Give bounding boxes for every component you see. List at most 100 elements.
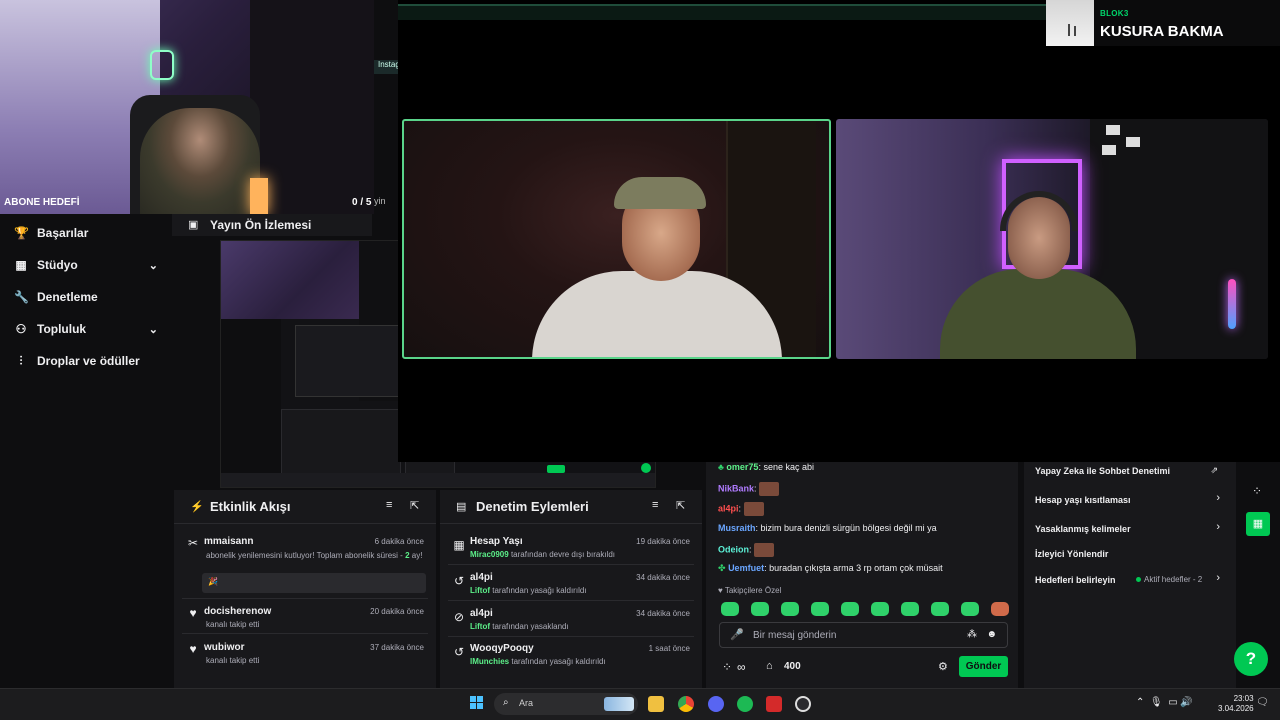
emote-icon[interactable] [841,602,859,616]
filter-icon[interactable]: ≡ [386,499,392,511]
obs-icon[interactable] [795,696,811,712]
app-icon[interactable] [766,696,782,712]
emote-icon[interactable] [811,602,829,616]
lightning-icon: ⚡ [190,501,204,513]
now-playing-artist: BLOK3 [1100,9,1129,18]
emote-bar[interactable] [721,602,1009,616]
drops-icon: ⫶ [19,354,23,368]
system-tray[interactable]: ⌃ 🎙 ▭ 🔊 [1136,697,1193,708]
emote-icon[interactable] [721,602,739,616]
activity-icon[interactable]: ⁘ [1252,484,1262,498]
sidebar-item-droplar[interactable]: ⫶ Droplar ve ödüller [14,354,162,368]
emoji-icon[interactable]: ☻ [986,629,997,640]
emote-icon [759,482,780,496]
gear-icon[interactable]: ⚙ [938,660,948,673]
document-icon: ▤ [456,501,467,513]
chat-message: ♣ omer75: sene kaç abi [718,462,814,472]
chevron-right-icon[interactable]: › [1216,492,1220,504]
taskbar-clock[interactable]: 23:03 3.04.2026 [1218,694,1254,714]
preview-side-text: yin [374,196,386,206]
notification-icon[interactable]: 🗨 [1256,697,1269,708]
guest-video-left [402,119,831,359]
heart-icon: ♥ [189,642,197,656]
active-goals-status: Aktif hedefler - 2 [1136,575,1202,584]
browser-tab-fragment[interactable]: Instag [374,60,400,74]
subgoal-value: 0 / 5 [352,197,372,208]
event-description: abonelik yenilemesini kutluyor! Toplam a… [206,551,423,560]
taskbar-search[interactable]: ⌕ Ara [494,693,638,715]
undo-icon: ↺ [453,574,465,588]
sidebar-item-studyo[interactable]: ▦ Stüdyo ⌄ [14,258,162,272]
mod-settings-panel: Yapay Zeka ile Sohbet Denetimi ⇗ Hesap y… [1024,462,1236,688]
sidebar-item-basarilar[interactable]: 🏆 Başarılar [14,226,162,240]
panel-title: Etkinlik Akışı [210,499,291,514]
mic-icon[interactable]: 🎤 [730,628,744,641]
send-button[interactable]: Gönder [959,656,1008,677]
chat-message: ✤ Uemfuet: buradan çıkışta arma 3 rp ort… [718,563,943,573]
sidebar-item-label: Başarılar [37,226,89,240]
sidebar-item-topluluk[interactable]: ⚇ Topluluk ⌄ [14,322,162,336]
guest-video-right [836,119,1268,359]
resub-icon: ✂ [187,536,199,550]
emote-icon[interactable] [901,602,919,616]
discord-icon[interactable] [708,696,724,712]
sidebar-item-label: Denetleme [37,290,98,304]
popout-icon[interactable]: ⇱ [410,499,419,512]
community-icon: ⚇ [15,322,27,336]
chevron-right-icon[interactable]: › [1216,572,1220,584]
setting-account-age[interactable]: Hesap yaşı kısıtlaması [1035,495,1131,505]
stream-preview-header[interactable]: ▣ Yayın Ön İzlemesi [172,214,372,236]
follower-only-label: ♥ Takipçilere Özel [718,586,782,595]
chrome-icon[interactable] [678,696,694,712]
sidebar-nav: 🏆 Başarılar ▦ Stüdyo ⌄ 🔧 Denetleme ⚇ Topluluk… [0,214,172,688]
ban-icon: ⊘ [453,610,465,624]
chevron-right-icon[interactable]: › [1216,521,1220,533]
setting-goals[interactable]: Hedefleri belirleyin [1035,575,1116,585]
webcam-overlay [0,0,374,214]
emote-icon[interactable] [751,602,769,616]
calendar-icon: ▦ [453,538,465,552]
chevron-down-icon: ⌄ [148,259,158,272]
emote-icon[interactable] [931,602,949,616]
channel-points: 400 [784,661,801,672]
spotify-icon[interactable] [737,696,753,712]
chest-icon[interactable]: ⌂ [766,660,773,672]
setting-raid[interactable]: İzleyici Yönlendir [1035,549,1108,559]
now-playing-title: KUSURA BAKMA [1100,23,1224,40]
chat-message: al4pi: [718,502,764,516]
help-button[interactable]: ? [1234,642,1268,676]
chat-message: NikBank: [718,482,780,496]
chat-input[interactable]: 🎤 Bir mesaj gönderin ⁂ ☻ [719,622,1008,648]
panel-title: Denetim Eylemleri [476,499,589,514]
emote-icon[interactable] [961,602,979,616]
windows-start-icon[interactable] [470,696,484,710]
subgoal-label: ABONE HEDEFİ [4,197,80,208]
activity-feed-panel: ⚡ Etkinlik Akışı ≡ ⇱ ✂ mmaisann 6 dakika… [174,490,436,688]
popout-icon[interactable]: ⇱ [676,499,685,512]
windows-taskbar [0,688,1280,720]
setting-ai-moderation[interactable]: Yapay Zeka ile Sohbet Denetimi [1035,466,1170,476]
emote-icon[interactable] [871,602,889,616]
search-highlight-image [604,697,634,711]
setting-banned-words[interactable]: Yasaklanmış kelimeler [1035,524,1131,534]
sidebar-item-label: Topluluk [37,322,87,336]
chat-placeholder: Bir mesaj gönderin [753,630,837,641]
sidebar-item-label: Stüdyo [37,258,78,272]
studio-icon: ▦ [15,258,27,272]
emote-icon[interactable] [781,602,799,616]
stream-preview-title: Yayın Ön İzlemesi [210,218,312,232]
sidebar-item-denetleme[interactable]: 🔧 Denetleme [14,290,162,304]
translate-icon[interactable]: ⁂ [967,629,977,640]
quick-action-button[interactable]: ▦ [1246,512,1270,536]
filter-icon[interactable]: ≡ [652,499,658,511]
trophy-icon: 🏆 [14,226,29,240]
search-icon: ⌕ [503,697,509,708]
file-explorer-icon[interactable] [648,696,664,712]
status-dot-icon [1136,577,1141,583]
points-icon[interactable]: ⁘ [722,660,732,674]
chevron-down-icon: ⌄ [148,323,158,336]
heart-icon: ♥ [189,606,197,620]
wrench-icon: 🔧 [14,290,29,304]
emote-icon[interactable] [991,602,1009,616]
external-link-icon[interactable]: ⇗ [1210,465,1218,476]
